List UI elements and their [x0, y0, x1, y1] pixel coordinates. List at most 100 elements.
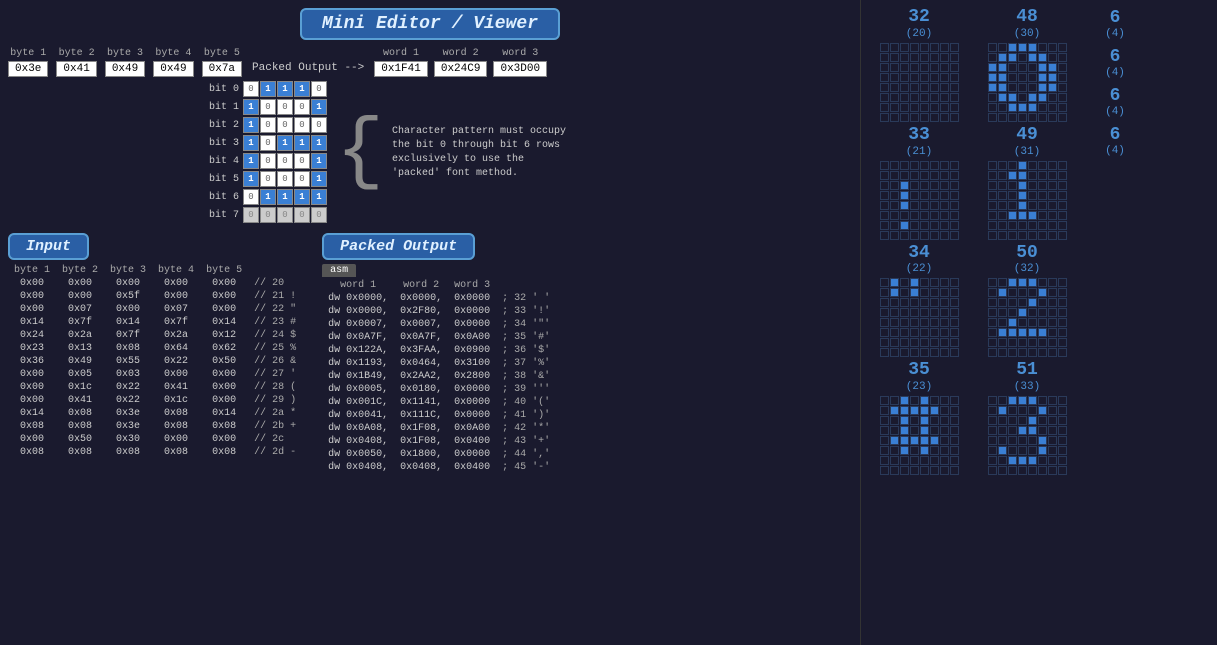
pixel-cell[interactable]: [910, 53, 919, 62]
pixel-cell[interactable]: [1018, 318, 1027, 327]
pixel-cell[interactable]: [1058, 298, 1067, 307]
pixel-cell[interactable]: [1038, 328, 1047, 337]
pixel-cell[interactable]: [1028, 456, 1037, 465]
pixel-cell[interactable]: [920, 103, 929, 112]
pixel-cell[interactable]: [890, 93, 899, 102]
pixel-cell[interactable]: [988, 446, 997, 455]
pixel-cell[interactable]: [1058, 338, 1067, 347]
pixel-cell[interactable]: [920, 338, 929, 347]
bit-cell[interactable]: 1: [260, 81, 276, 97]
pixel-cell[interactable]: [998, 278, 1007, 287]
pixel-cell[interactable]: [1028, 73, 1037, 82]
pixel-cell[interactable]: [940, 348, 949, 357]
pixel-cell[interactable]: [1048, 221, 1057, 230]
pixel-cell[interactable]: [890, 201, 899, 210]
pixel-cell[interactable]: [950, 181, 959, 190]
pixel-cell[interactable]: [1018, 211, 1027, 220]
pixel-cell[interactable]: [1048, 113, 1057, 122]
pixel-cell[interactable]: [940, 436, 949, 445]
bit-cell[interactable]: 0: [260, 207, 276, 223]
pixel-cell[interactable]: [930, 466, 939, 475]
pixel-cell[interactable]: [890, 191, 899, 200]
pixel-cell[interactable]: [920, 93, 929, 102]
pixel-cell[interactable]: [900, 191, 909, 200]
pixel-cell[interactable]: [988, 298, 997, 307]
pixel-cell[interactable]: [880, 103, 889, 112]
pixel-cell[interactable]: [920, 466, 929, 475]
pixel-cell[interactable]: [1038, 73, 1047, 82]
pixel-cell[interactable]: [900, 416, 909, 425]
pixel-cell[interactable]: [940, 201, 949, 210]
pixel-cell[interactable]: [1018, 308, 1027, 317]
pixel-cell[interactable]: [1028, 318, 1037, 327]
pixel-cell[interactable]: [940, 328, 949, 337]
pixel-cell[interactable]: [1008, 231, 1017, 240]
pixel-cell[interactable]: [910, 426, 919, 435]
pixel-cell[interactable]: [998, 73, 1007, 82]
pixel-cell[interactable]: [950, 406, 959, 415]
pixel-cell[interactable]: [910, 73, 919, 82]
bit-cell[interactable]: 0: [260, 171, 276, 187]
pixel-cell[interactable]: [1028, 53, 1037, 62]
pixel-cell[interactable]: [1008, 103, 1017, 112]
pixel-cell[interactable]: [890, 171, 899, 180]
pixel-cell[interactable]: [1058, 181, 1067, 190]
pixel-cell[interactable]: [880, 456, 889, 465]
pixel-cell[interactable]: [900, 348, 909, 357]
pixel-cell[interactable]: [988, 73, 997, 82]
pixel-cell[interactable]: [920, 328, 929, 337]
pixel-cell[interactable]: [890, 221, 899, 230]
pixel-cell[interactable]: [988, 93, 997, 102]
pixel-cell[interactable]: [910, 278, 919, 287]
pixel-cell[interactable]: [1048, 93, 1057, 102]
pixel-cell[interactable]: [940, 318, 949, 327]
pixel-cell[interactable]: [900, 396, 909, 405]
pixel-cell[interactable]: [940, 231, 949, 240]
pixel-cell[interactable]: [1048, 466, 1057, 475]
pixel-cell[interactable]: [940, 298, 949, 307]
pixel-cell[interactable]: [900, 318, 909, 327]
pixel-cell[interactable]: [998, 396, 1007, 405]
pixel-cell[interactable]: [950, 308, 959, 317]
pixel-cell[interactable]: [988, 416, 997, 425]
pixel-cell[interactable]: [1048, 171, 1057, 180]
pixel-cell[interactable]: [890, 231, 899, 240]
pixel-cell[interactable]: [998, 318, 1007, 327]
pixel-cell[interactable]: [1038, 396, 1047, 405]
pixel-cell[interactable]: [920, 318, 929, 327]
pixel-cell[interactable]: [940, 171, 949, 180]
pixel-grid[interactable]: [880, 43, 959, 122]
pixel-cell[interactable]: [1008, 406, 1017, 415]
pixel-cell[interactable]: [1018, 328, 1027, 337]
pixel-cell[interactable]: [1018, 181, 1027, 190]
pixel-cell[interactable]: [988, 338, 997, 347]
pixel-cell[interactable]: [1048, 73, 1057, 82]
pixel-grid[interactable]: [988, 161, 1067, 240]
bit-cell[interactable]: 1: [311, 99, 327, 115]
pixel-cell[interactable]: [1008, 338, 1017, 347]
pixel-cell[interactable]: [900, 278, 909, 287]
pixel-cell[interactable]: [1038, 308, 1047, 317]
pixel-cell[interactable]: [1048, 456, 1057, 465]
pixel-cell[interactable]: [920, 231, 929, 240]
pixel-cell[interactable]: [1058, 43, 1067, 52]
pixel-cell[interactable]: [920, 191, 929, 200]
pixel-cell[interactable]: [900, 103, 909, 112]
pixel-cell[interactable]: [988, 328, 997, 337]
bit-cell[interactable]: 0: [294, 99, 310, 115]
pixel-cell[interactable]: [988, 426, 997, 435]
pixel-cell[interactable]: [1058, 446, 1067, 455]
pixel-cell[interactable]: [900, 201, 909, 210]
pixel-cell[interactable]: [1028, 221, 1037, 230]
pixel-cell[interactable]: [940, 53, 949, 62]
pixel-cell[interactable]: [910, 181, 919, 190]
pixel-cell[interactable]: [900, 63, 909, 72]
pixel-cell[interactable]: [880, 436, 889, 445]
pixel-cell[interactable]: [1058, 211, 1067, 220]
pixel-cell[interactable]: [1028, 298, 1037, 307]
pixel-cell[interactable]: [900, 426, 909, 435]
pixel-cell[interactable]: [950, 191, 959, 200]
pixel-cell[interactable]: [1038, 466, 1047, 475]
pixel-cell[interactable]: [910, 93, 919, 102]
pixel-cell[interactable]: [1008, 191, 1017, 200]
